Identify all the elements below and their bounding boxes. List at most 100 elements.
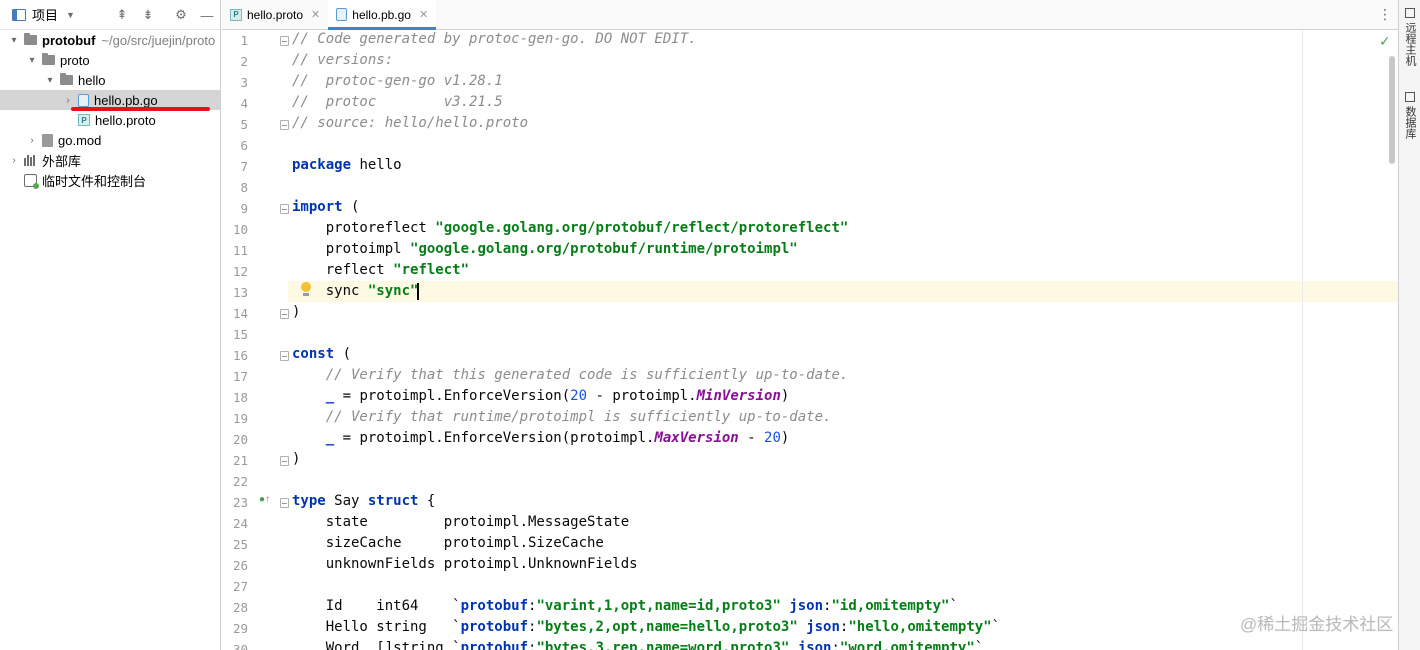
- code-token: MaxVersion: [654, 430, 739, 446]
- chevron-down-icon[interactable]: ▾: [44, 75, 56, 86]
- folder-icon: [60, 73, 73, 85]
- line-number: 7: [240, 159, 248, 174]
- code-token: _: [325, 430, 335, 446]
- code-token: :: [831, 640, 840, 650]
- code-token: "hello,omitempty": [848, 619, 992, 635]
- remote-host-tool[interactable]: 远程主机: [1402, 8, 1418, 66]
- code-token: protoimpl: [292, 241, 411, 257]
- code-token: ): [292, 451, 301, 467]
- line-number: 30: [232, 642, 248, 650]
- library-icon: [24, 154, 37, 166]
- inspection-ok-icon[interactable]: ✓: [1379, 33, 1391, 50]
- line-number: 19: [232, 411, 248, 426]
- more-options-icon[interactable]: ⋮: [1378, 6, 1392, 23]
- chevron-right-icon[interactable]: ›: [62, 95, 74, 106]
- line-number: 6: [240, 138, 248, 153]
- code-token: json: [797, 640, 832, 650]
- tab-hello-pb-go[interactable]: hello.pb.go ✕: [328, 0, 437, 30]
- chevron-down-icon[interactable]: ▾: [26, 55, 38, 66]
- code-token: MinVersion: [696, 388, 781, 404]
- tree-item[interactable]: 临时文件和控制台: [0, 170, 220, 190]
- remote-host-icon: [1405, 8, 1415, 18]
- line-number: 25: [232, 537, 248, 552]
- project-view-title[interactable]: 项目: [32, 5, 58, 24]
- project-toolbar: 项目 ▼ ⇞ ⇟ ⚙ —: [0, 0, 220, 30]
- project-view-icon: [12, 8, 26, 21]
- code-line: const (: [292, 344, 351, 365]
- code-editor[interactable]: // Code generated by protoc-gen-go. DO N…: [288, 30, 1400, 650]
- close-icon[interactable]: ✕: [311, 8, 320, 21]
- tree-item[interactable]: Phello.proto: [0, 110, 220, 130]
- code-token: // protoc v3.21.5: [292, 94, 503, 110]
- line-number: 5: [240, 117, 248, 132]
- line-number: 22: [232, 474, 248, 489]
- tree-item-label: 临时文件和控制台: [42, 173, 147, 189]
- code-token: Word []string `: [292, 640, 461, 650]
- code-token: {: [418, 493, 436, 509]
- code-line: protoimpl "google.golang.org/protobuf/ru…: [292, 239, 798, 260]
- line-number: 29: [232, 621, 248, 636]
- tree-item[interactable]: ▾ protobuf ~/go/src/juejin/proto: [0, 30, 220, 50]
- code-token: const: [292, 346, 335, 362]
- code-line: state protoimpl.MessageState: [292, 512, 629, 533]
- chevron-down-icon[interactable]: ▼: [66, 10, 75, 20]
- code-token: unknownFields protoimpl.UnknownFields: [292, 556, 638, 572]
- code-line: _ = protoimpl.EnforceVersion(20 - protoi…: [292, 386, 790, 407]
- tab-hello-proto[interactable]: P hello.proto ✕: [222, 0, 328, 29]
- implementation-marker-icon[interactable]: ●↑: [259, 494, 270, 505]
- tree-item[interactable]: › 外部库: [0, 150, 220, 170]
- gear-icon[interactable]: ⚙: [172, 6, 190, 24]
- tree-item-label: go.mod: [58, 132, 102, 148]
- expand-all-icon[interactable]: ⇞: [113, 6, 131, 24]
- code-token: protobuf: [460, 619, 529, 635]
- tree-item-label: hello: [78, 72, 106, 88]
- tab-label: hello.pb.go: [352, 7, 411, 22]
- code-token: ): [780, 388, 790, 404]
- text-caret: [417, 283, 419, 300]
- code-token: // protoc-gen-go v1.28.1: [292, 73, 503, 89]
- code-token: `: [974, 640, 984, 650]
- code-token: "bytes,3,rep,name=word,proto3": [536, 640, 790, 650]
- code-line: sizeCache protoimpl.SizeCache: [292, 533, 604, 554]
- editor-gutter: 1 2 3 4 5 6 7 8 9 10 11 12 13 14 15 16 17 18 19 20 21 22 23 24 2…: [222, 30, 289, 650]
- chevron-right-icon[interactable]: ›: [8, 155, 20, 166]
- code-token: Say: [325, 493, 368, 509]
- code-token: // source: hello/hello.proto: [292, 115, 529, 131]
- database-tool[interactable]: 数据库: [1402, 92, 1418, 139]
- close-icon[interactable]: ✕: [419, 8, 428, 21]
- line-number: 14: [232, 306, 248, 321]
- code-token: import: [292, 199, 343, 215]
- code-token: sizeCache protoimpl.SizeCache: [292, 535, 604, 551]
- lightbulb-icon[interactable]: [300, 282, 312, 298]
- code-token: json: [789, 598, 824, 614]
- hide-panel-icon[interactable]: —: [198, 6, 216, 24]
- code-token: "word,omitempty": [839, 640, 975, 650]
- collapse-all-icon[interactable]: ⇟: [139, 6, 157, 24]
- tree-item[interactable]: ▾ proto: [0, 50, 220, 70]
- line-number: 20: [232, 432, 248, 447]
- code-line: Id int64 `protobuf:"varint,1,opt,name=id…: [292, 596, 958, 617]
- code-token: = protoimpl.EnforceVersion(protoimpl.: [334, 430, 655, 446]
- code-token: ): [780, 430, 790, 446]
- line-number: 1: [240, 33, 248, 48]
- code-line: // Code generated by protoc-gen-go. DO N…: [292, 30, 697, 50]
- code-line: // source: hello/hello.proto: [292, 113, 528, 134]
- database-icon: [1405, 92, 1415, 102]
- chevron-right-icon[interactable]: ›: [26, 135, 38, 146]
- code-token: "bytes,2,opt,name=hello,proto3": [536, 619, 798, 635]
- chevron-down-icon[interactable]: ▾: [8, 35, 20, 46]
- line-number: 28: [232, 600, 248, 615]
- line-number: 4: [240, 96, 248, 111]
- code-token: = protoimpl.EnforceVersion(: [334, 388, 571, 404]
- tree-item[interactable]: › go.mod: [0, 130, 220, 150]
- code-token: _: [325, 388, 335, 404]
- vertical-scrollbar[interactable]: [1389, 56, 1395, 164]
- tree-item-label: 外部库: [42, 153, 82, 169]
- tree-item[interactable]: ▾ hello: [0, 70, 220, 90]
- line-number: 24: [232, 516, 248, 531]
- code-token: type: [292, 493, 326, 509]
- code-token: `: [949, 598, 958, 614]
- line-number: 17: [232, 369, 248, 384]
